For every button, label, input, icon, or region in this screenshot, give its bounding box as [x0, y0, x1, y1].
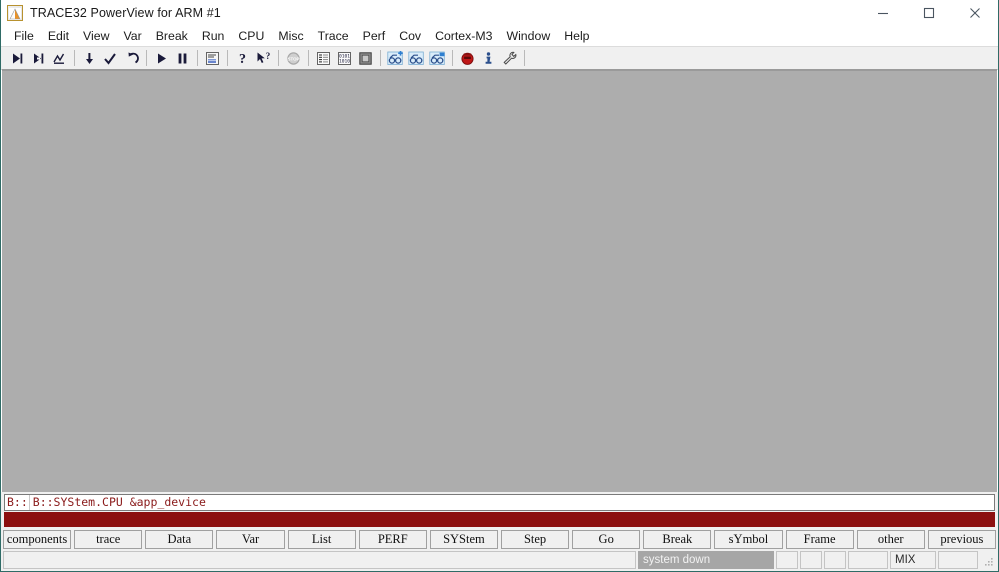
softkey-row: components trace Data Var List PERF SYSt…: [1, 527, 998, 551]
help-question-icon[interactable]: ?: [232, 48, 253, 68]
menu-var[interactable]: Var: [116, 26, 148, 46]
menu-cpu[interactable]: CPU: [231, 26, 271, 46]
menu-window[interactable]: Window: [499, 26, 557, 46]
menu-edit[interactable]: Edit: [41, 26, 76, 46]
trace-config-icon[interactable]: [427, 48, 448, 68]
resize-grip-icon[interactable]: [980, 551, 996, 569]
menu-break[interactable]: Break: [149, 26, 195, 46]
command-area: B:: B::SYStem.CPU &app_device ∧ syntax e…: [1, 492, 998, 571]
command-input[interactable]: B::SYStem.CPU &app_device: [30, 495, 994, 510]
window-controls: [860, 0, 998, 26]
softkey-step[interactable]: Step: [500, 530, 570, 549]
status-cell-a: [776, 551, 798, 569]
menu-help[interactable]: Help: [557, 26, 596, 46]
lauterbach-triangle-icon: [7, 5, 23, 21]
toolbar-separator: [227, 50, 228, 66]
memory-dump-icon[interactable]: 0101 1010: [334, 48, 355, 68]
breakpoint-icon[interactable]: [457, 48, 478, 68]
message-bar: ∧ syntax error: [4, 512, 995, 527]
info-icon[interactable]: [478, 48, 499, 68]
menu-file[interactable]: File: [7, 26, 41, 46]
go-play-icon[interactable]: [151, 48, 172, 68]
step-out-icon[interactable]: [49, 48, 70, 68]
toolbar-separator: [197, 50, 198, 66]
mdi-workspace[interactable]: [2, 69, 997, 492]
context-help-icon[interactable]: ?: [253, 48, 274, 68]
svg-text:?: ?: [239, 52, 246, 66]
toolbar-separator: [308, 50, 309, 66]
softkey-symbol[interactable]: sYmbol: [714, 530, 783, 549]
softkey-frame[interactable]: Frame: [785, 530, 854, 549]
step-return-icon[interactable]: [121, 48, 142, 68]
toolbar-separator: [74, 50, 75, 66]
softkey-var[interactable]: Var: [216, 530, 285, 549]
softkey-break[interactable]: Break: [643, 530, 712, 549]
list-source-icon[interactable]: [202, 48, 223, 68]
softkey-previous[interactable]: previous: [927, 530, 996, 549]
menu-cortex-m3[interactable]: Cortex-M3: [428, 26, 499, 46]
menu-cov[interactable]: Cov: [392, 26, 428, 46]
status-mode[interactable]: MIX: [890, 551, 936, 569]
status-cell-e: [938, 551, 978, 569]
softkey-trace[interactable]: trace: [74, 530, 143, 549]
softkey-data[interactable]: Data: [145, 530, 214, 549]
toolbar-separator: [278, 50, 279, 66]
svg-text:STOP: STOP: [288, 56, 300, 61]
menu-bar: File Edit View Var Break Run CPU Misc Tr…: [1, 26, 998, 46]
stop-sign-icon: STOP: [283, 48, 304, 68]
command-prompt: B::: [7, 495, 30, 510]
command-line[interactable]: B:: B::SYStem.CPU &app_device: [4, 494, 995, 511]
toolbar-separator: [146, 50, 147, 66]
chip-icon[interactable]: [355, 48, 376, 68]
settings-wrench-icon[interactable]: [499, 48, 520, 68]
toolbar-separator: [380, 50, 381, 66]
softkey-other[interactable]: other: [856, 530, 925, 549]
menu-run[interactable]: Run: [195, 26, 232, 46]
toolbar-separator: [524, 50, 525, 66]
softkey-system[interactable]: SYStem: [429, 530, 498, 549]
menu-trace[interactable]: Trace: [311, 26, 356, 46]
menu-misc[interactable]: Misc: [271, 26, 310, 46]
maximize-icon[interactable]: [906, 0, 952, 26]
status-system-state: system down: [638, 551, 774, 569]
register-list-icon[interactable]: [313, 48, 334, 68]
trace-view-icon[interactable]: [406, 48, 427, 68]
step-check-icon[interactable]: [100, 48, 121, 68]
status-cell-b: [800, 551, 822, 569]
status-message-field: [3, 551, 636, 569]
step-into-icon[interactable]: [28, 48, 49, 68]
trace32-powerview-window: TRACE32 PowerView for ARM #1 File Edit V…: [0, 0, 999, 572]
softkey-components[interactable]: components: [3, 530, 72, 549]
toolbar: ? ? STOP 0101 1010: [1, 46, 998, 70]
trace-add-icon[interactable]: [385, 48, 406, 68]
window-title: TRACE32 PowerView for ARM #1: [30, 6, 221, 20]
svg-text:1010: 1010: [339, 58, 350, 64]
status-cell-c: [824, 551, 846, 569]
svg-text:?: ?: [265, 51, 270, 61]
softkey-go[interactable]: Go: [572, 530, 641, 549]
status-cell-d: [848, 551, 888, 569]
title-bar: TRACE32 PowerView for ARM #1: [1, 0, 998, 26]
step-over-icon[interactable]: [7, 48, 28, 68]
menu-view[interactable]: View: [76, 26, 116, 46]
menu-perf[interactable]: Perf: [356, 26, 393, 46]
status-bar: system down MIX: [1, 551, 998, 571]
minimize-icon[interactable]: [860, 0, 906, 26]
softkey-list[interactable]: List: [287, 530, 356, 549]
toolbar-separator: [452, 50, 453, 66]
step-down-icon[interactable]: [79, 48, 100, 68]
close-icon[interactable]: [952, 0, 998, 26]
softkey-perf[interactable]: PERF: [358, 530, 427, 549]
break-pause-icon[interactable]: [172, 48, 193, 68]
